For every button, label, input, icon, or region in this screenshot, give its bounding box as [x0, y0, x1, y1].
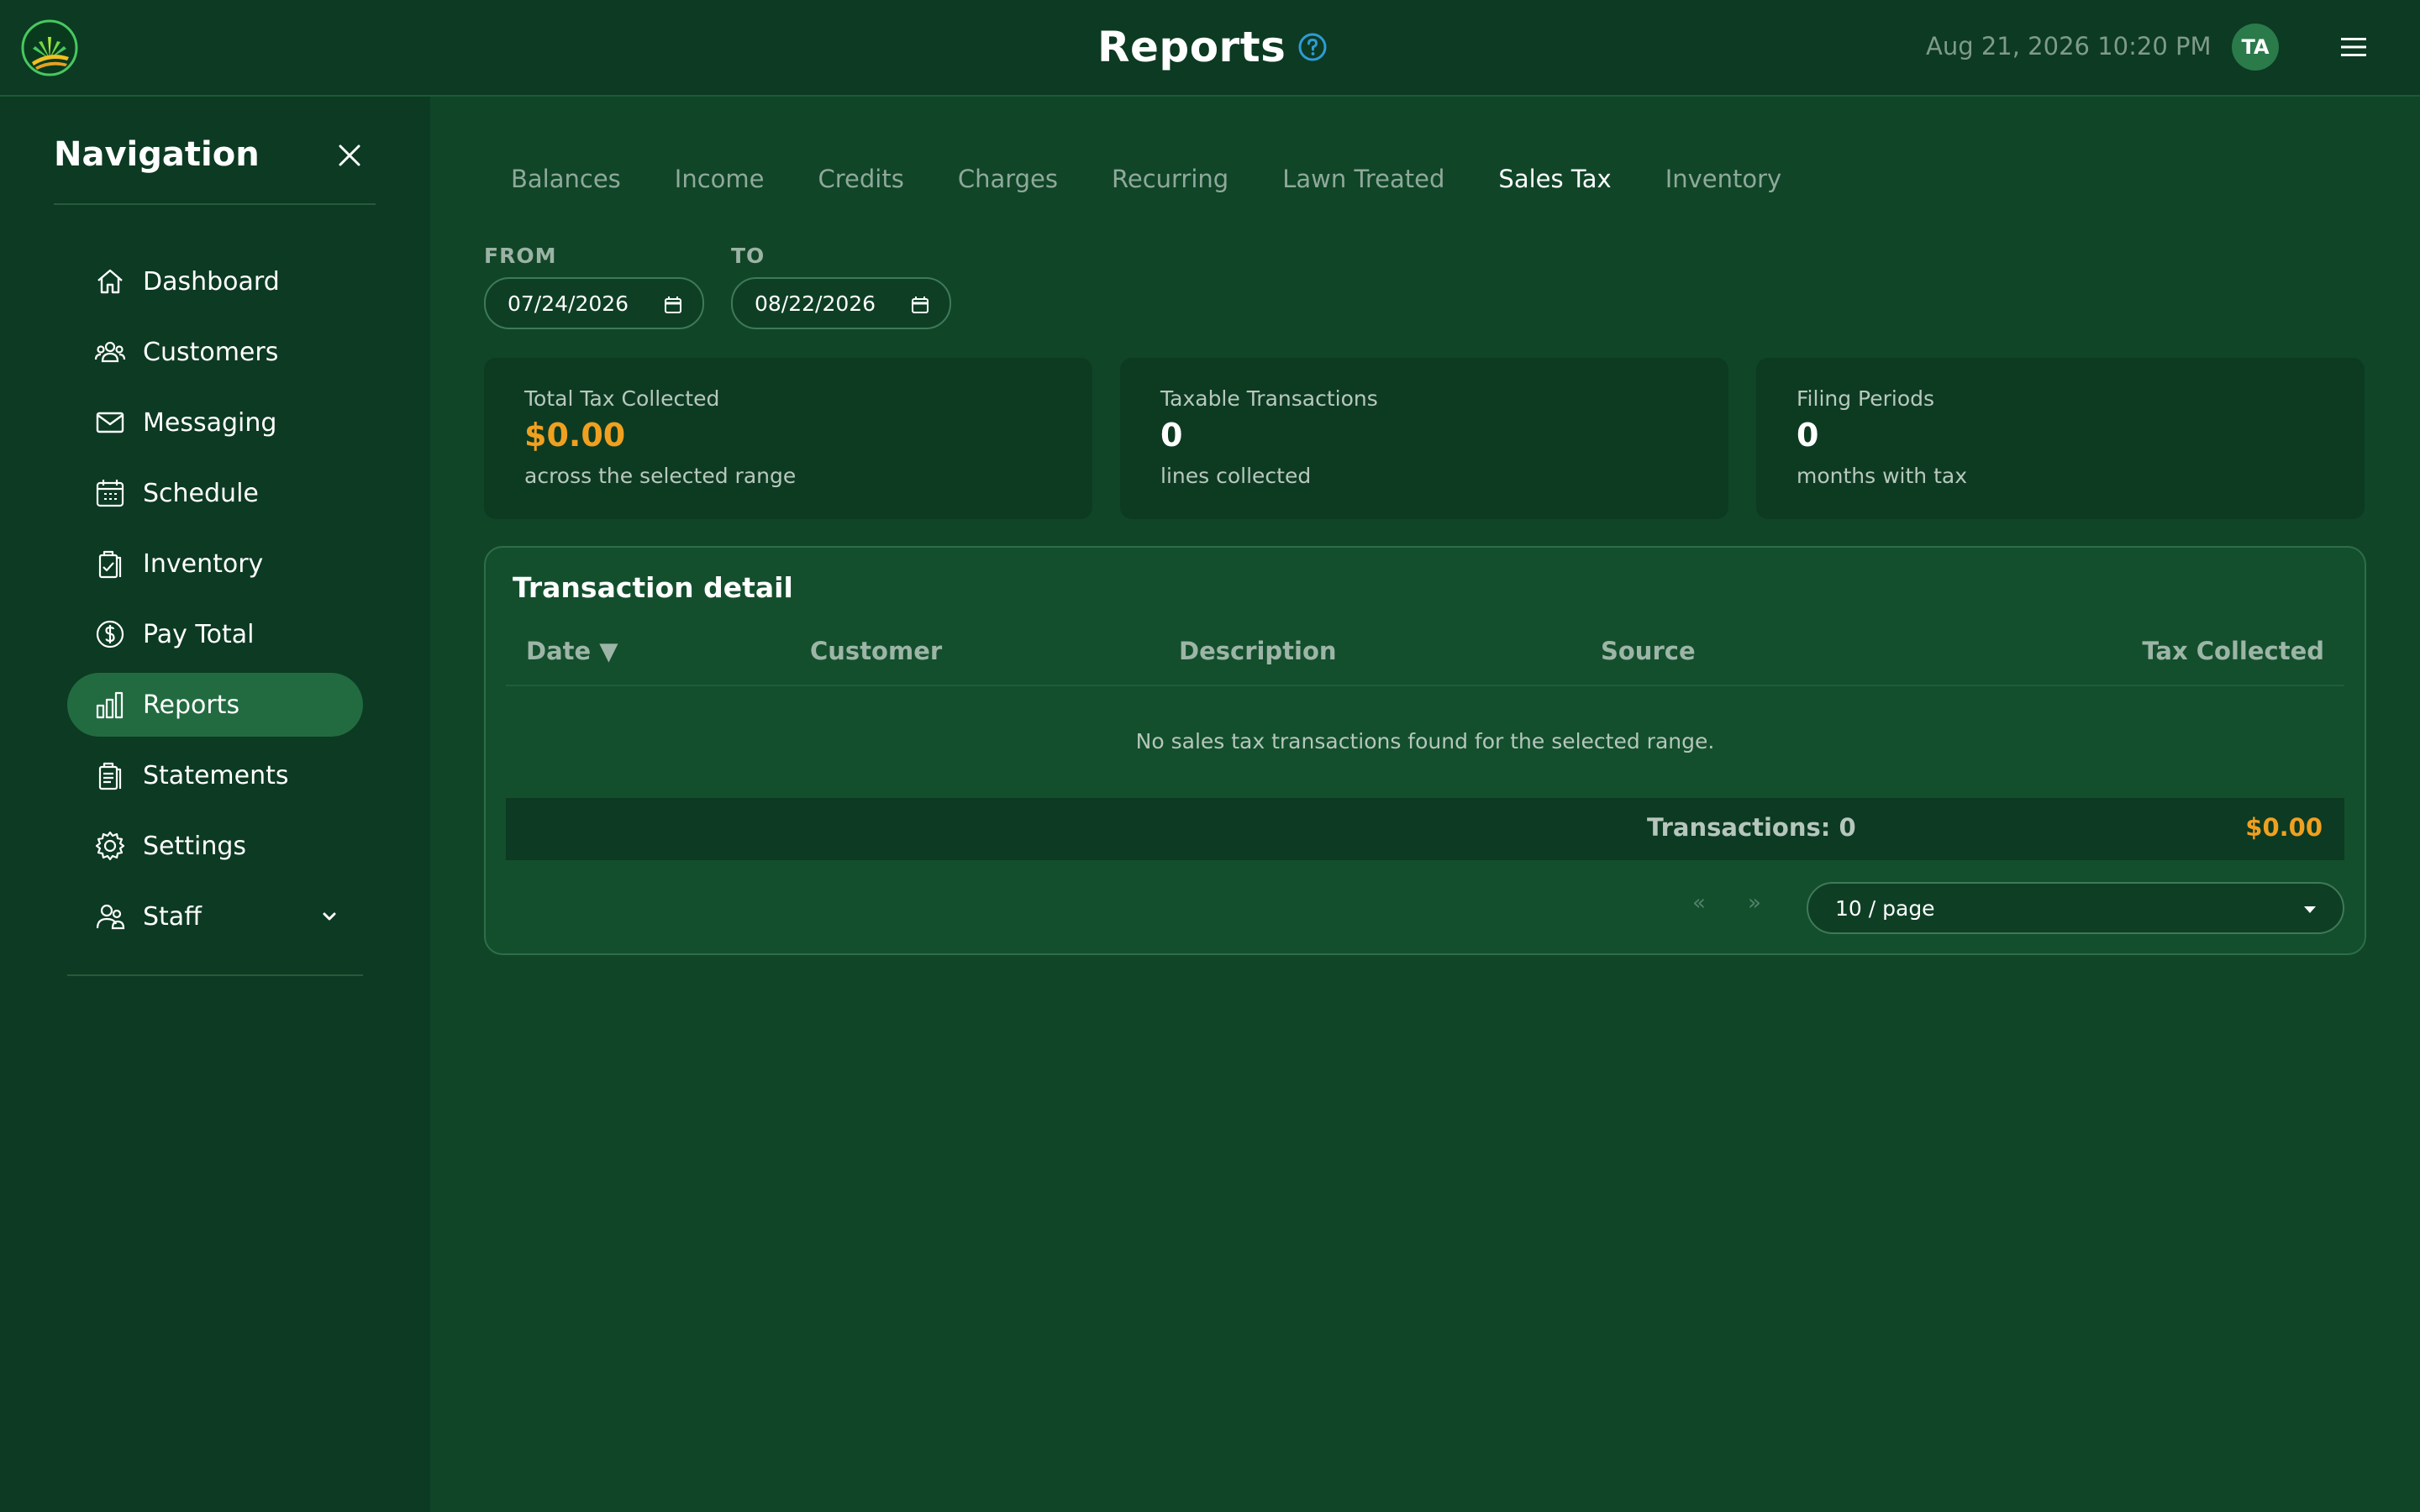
help-circle-icon[interactable] — [1297, 32, 1328, 62]
calendar-icon[interactable] — [664, 296, 682, 314]
to-date-value: 08/22/2026 — [755, 291, 876, 316]
transactions-count: Transactions: 0 — [1647, 813, 1856, 842]
documents-icon — [98, 762, 122, 790]
sidebar-item-label: Settings — [143, 831, 247, 861]
sidebar-item-label: Schedule — [143, 478, 259, 508]
users-icon — [94, 341, 126, 363]
chevron-down-icon[interactable] — [319, 906, 339, 927]
close-icon[interactable] — [336, 142, 363, 169]
user-avatar[interactable]: TA — [2232, 24, 2279, 71]
empty-state-message: No sales tax transactions found for the … — [1135, 729, 1715, 753]
sidebar-item-dashboard[interactable]: Dashboard — [67, 249, 363, 313]
sidebar-item-label: Pay Total — [143, 619, 255, 649]
sidebar-item-label: Staff — [143, 901, 202, 932]
stat-label: Taxable Transactions — [1160, 386, 1378, 411]
stat-subtitle: lines collected — [1160, 464, 1312, 488]
home-icon — [97, 269, 123, 294]
clipboard-check-icon — [98, 550, 122, 579]
column-header-tax-collected[interactable]: Tax Collected — [2142, 637, 2324, 665]
panel-title: Transaction detail — [513, 571, 793, 604]
sidebar-item-pay-total[interactable]: Pay Total — [67, 602, 363, 666]
tab-inventory[interactable]: Inventory — [1665, 165, 1782, 198]
current-datetime: Aug 21, 2026 10:20 PM — [1926, 32, 2212, 60]
stat-label: Total Tax Collected — [524, 386, 720, 411]
column-header-customer[interactable]: Customer — [810, 637, 942, 665]
stat-subtitle: across the selected range — [524, 464, 797, 488]
column-header-date[interactable]: Date ▼ — [526, 637, 618, 665]
tax-total: $0.00 — [2245, 813, 2323, 842]
stat-value: $0.00 — [524, 417, 626, 454]
sidebar-divider — [67, 974, 363, 976]
hamburger-menu-icon[interactable] — [2339, 36, 2368, 58]
sidebar-item-label: Statements — [143, 760, 289, 790]
transaction-detail-panel: Transaction detail Date ▼ Customer Descr… — [484, 546, 2366, 955]
tab-sales-tax[interactable]: Sales Tax — [1498, 165, 1611, 198]
sidebar-item-inventory[interactable]: Inventory — [67, 532, 363, 596]
column-header-source[interactable]: Source — [1601, 637, 1696, 665]
sidebar-item-label: Dashboard — [143, 266, 280, 297]
top-bar: Reports Aug 21, 2026 10:20 PM TA — [0, 0, 2420, 97]
to-date-label: TO — [731, 244, 765, 268]
column-header-description[interactable]: Description — [1179, 637, 1337, 665]
calendar-icon — [96, 480, 124, 507]
staff-icon — [96, 904, 125, 930]
page-size-value: 10 / page — [1835, 895, 1935, 921]
sidebar-item-statements[interactable]: Statements — [67, 743, 363, 807]
sidebar-item-label: Messaging — [143, 407, 277, 438]
page-title: Reports — [1097, 23, 1286, 71]
sidebar-item-schedule[interactable]: Schedule — [67, 461, 363, 525]
sidebar-title: Navigation — [54, 135, 260, 174]
sidebar-item-reports[interactable]: Reports — [67, 673, 363, 737]
calendar-icon[interactable] — [911, 296, 929, 314]
page-size-select[interactable]: 10 / page — [1807, 882, 2344, 934]
page-title-group: Reports — [1097, 20, 1328, 74]
caret-down-icon — [2304, 906, 2316, 913]
stat-subtitle: months with tax — [1797, 464, 1968, 488]
stat-card-taxable-transactions: Taxable Transactions 0 lines collected — [1120, 358, 1728, 519]
gear-icon — [95, 831, 125, 861]
sidebar-item-customers[interactable]: Customers — [67, 320, 363, 384]
from-date-value: 07/24/2026 — [508, 291, 629, 316]
from-date-input[interactable]: 07/24/2026 — [484, 277, 704, 329]
tab-credits[interactable]: Credits — [818, 165, 904, 198]
from-date-label: FROM — [484, 244, 557, 268]
report-tabs: Balances Income Credits Charges Recurrin… — [484, 165, 1808, 198]
pager-next-button[interactable]: » — [1748, 890, 1761, 916]
dollar-circle-icon — [96, 620, 124, 648]
tab-lawn-treated[interactable]: Lawn Treated — [1282, 165, 1444, 198]
sidebar: Navigation Dashboard Customers Messaging — [0, 97, 430, 1512]
sidebar-divider — [54, 203, 376, 205]
tab-balances[interactable]: Balances — [511, 165, 621, 198]
sidebar-item-staff[interactable]: Staff — [67, 885, 363, 948]
envelope-icon — [96, 412, 124, 433]
stat-value: 0 — [1797, 417, 1819, 454]
sidebar-item-label: Inventory — [143, 549, 264, 579]
stat-card-filing-periods: Filing Periods 0 months with tax — [1756, 358, 2365, 519]
bar-chart-icon — [96, 691, 124, 719]
sidebar-item-settings[interactable]: Settings — [67, 814, 363, 878]
stat-value: 0 — [1160, 417, 1183, 454]
stat-card-total-tax: Total Tax Collected $0.00 across the sel… — [484, 358, 1092, 519]
sidebar-item-label: Customers — [143, 337, 279, 367]
sidebar-item-messaging[interactable]: Messaging — [67, 391, 363, 454]
table-footer-row: Transactions: 0 $0.00 — [506, 798, 2344, 860]
pager-previous-button[interactable]: « — [1692, 890, 1706, 916]
table-header-divider — [506, 685, 2344, 686]
tab-income[interactable]: Income — [675, 165, 765, 198]
to-date-input[interactable]: 08/22/2026 — [731, 277, 951, 329]
brand-logo-icon[interactable] — [20, 18, 79, 77]
sidebar-item-label: Reports — [143, 690, 240, 720]
tab-charges[interactable]: Charges — [958, 165, 1058, 198]
sidebar-menu: Dashboard Customers Messaging Schedule I… — [67, 249, 363, 955]
stat-label: Filing Periods — [1797, 386, 1935, 411]
tab-recurring[interactable]: Recurring — [1112, 165, 1228, 198]
